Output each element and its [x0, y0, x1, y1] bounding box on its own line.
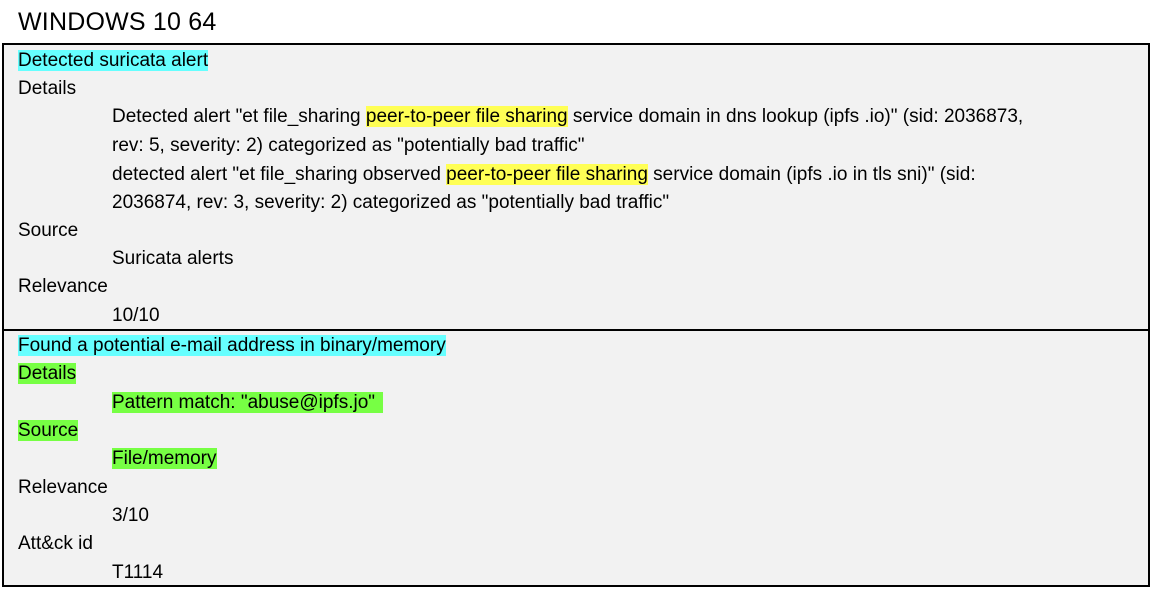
details-label: Details	[18, 78, 77, 99]
finding-heading: Found a potential e-mail address in bina…	[18, 332, 446, 360]
finding-heading: Detected suricata alert	[18, 47, 209, 75]
details-value: Pattern match: "abuse@ipfs.jo"	[112, 389, 384, 417]
source-label: Source	[18, 220, 79, 241]
source-value: File/memory	[112, 445, 217, 473]
alert-2-line-2: 2036874, rev: 3, severity: 2) categorize…	[112, 192, 670, 213]
source-label-text: Source	[18, 420, 79, 441]
alert-2-line-1: detected alert "et file_sharing observed…	[112, 161, 976, 189]
alert-1-line-1: Detected alert "et file_sharing peer-to-…	[112, 103, 1023, 131]
finding-email-address: Found a potential e-mail address in bina…	[4, 331, 1148, 585]
alert-1-line-2: rev: 5, severity: 2) categorized as "pot…	[112, 135, 585, 156]
source-value: Suricata alerts	[112, 248, 234, 269]
details-label: Details	[18, 360, 77, 388]
alert-2-highlight: peer-to-peer file sharing	[446, 164, 648, 185]
relevance-label: Relevance	[18, 477, 108, 498]
source-label: Source	[18, 417, 79, 445]
relevance-label: Relevance	[18, 276, 108, 297]
finding-suricata-alert: Detected suricata alert Details Detected…	[4, 45, 1148, 331]
alert-1-text-pre: Detected alert "et file_sharing	[112, 106, 366, 127]
source-value-text: File/memory	[112, 448, 217, 469]
relevance-value: 3/10	[112, 505, 149, 526]
finding-heading-text: Found a potential e-mail address in bina…	[18, 335, 446, 356]
attck-id-value: T1114	[112, 562, 164, 583]
attck-id-label: Att&ck id	[18, 533, 93, 554]
alert-2-text-pre: detected alert "et file_sharing observed	[112, 164, 447, 185]
relevance-value: 10/10	[112, 305, 160, 326]
page-title: WINDOWS 10 64	[18, 8, 217, 36]
findings-panel: Detected suricata alert Details Detected…	[2, 43, 1150, 587]
details-label-text: Details	[18, 363, 77, 384]
pattern-match-text: Pattern match: "abuse@ipfs.jo"	[112, 392, 384, 413]
alert-1-text-post: service domain in dns lookup (ipfs .io)"…	[567, 106, 1024, 127]
alert-1-highlight: peer-to-peer file sharing	[365, 106, 568, 127]
finding-heading-text: Detected suricata alert	[18, 50, 209, 71]
alert-2-text-post: service domain (ipfs .io in tls sni)" (s…	[647, 164, 976, 185]
